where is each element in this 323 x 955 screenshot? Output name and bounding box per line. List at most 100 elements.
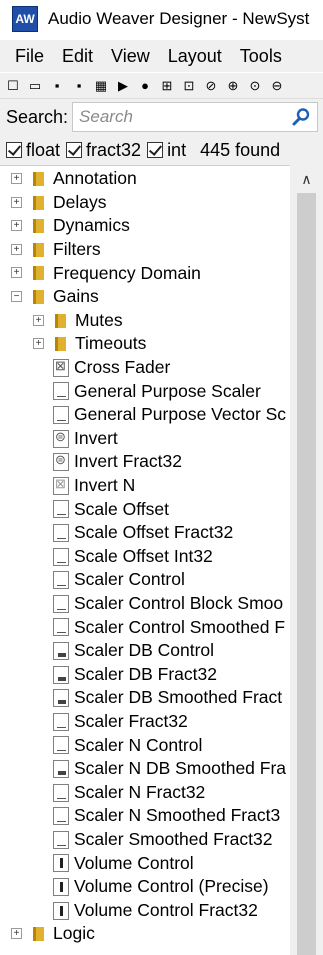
tree-module-item[interactable]: Cross Fader [0,356,290,380]
tree-folder-item[interactable]: + Filters [0,238,290,262]
tree-item-label: Scaler N Control [74,734,203,755]
expand-icon[interactable]: + [11,196,22,208]
tree-module-item[interactable]: Scaler N DB Smoothed Fra [0,757,290,781]
search-box[interactable] [72,102,319,132]
tree-module-item[interactable]: Scaler N Smoothed Fract3 [0,804,290,828]
tree-module-item[interactable]: Scale Offset Fract32 [0,521,290,545]
scaler-module-icon [53,618,69,637]
expand-icon[interactable]: + [11,173,22,184]
menu-layout[interactable]: Layout [159,46,231,67]
tree-item-label: Volume Control [74,852,194,873]
scaler-module-icon [53,406,69,424]
expand-icon[interactable]: + [11,267,22,279]
zoom-in-icon[interactable]: ⊕ [224,77,242,95]
tree-folder-item[interactable]: + Frequency Domain [0,261,290,285]
zoom-fit-icon[interactable]: ⊙ [246,77,264,95]
tree-module-item[interactable]: Scaler DB Fract32 [0,663,290,687]
tree-item-label: Invert N [74,475,136,496]
tree-folder-item[interactable]: + Delays [0,191,290,215]
tree-module-item[interactable]: Invert Fract32 [0,450,290,474]
scroll-thumb[interactable] [297,193,316,955]
tree-item-label: Scaler Control Block Smoo [74,593,284,614]
tree-module-item[interactable]: Volume Control (Precise) [0,875,290,899]
tree-module-item[interactable]: Scale Offset [0,497,290,521]
checkbox-checked-icon[interactable] [147,142,164,158]
tree-module-item[interactable]: General Purpose Vector Sc [0,403,290,427]
checkbox-checked-icon[interactable] [6,142,22,158]
tree-item-label: Delays [53,191,107,212]
menu-file[interactable]: File [0,46,53,67]
tree-folder-item[interactable]: + Logic [0,922,290,946]
float-checkbox[interactable]: float [6,140,60,161]
scaler-module-icon [53,807,69,826]
stop-icon[interactable]: ● [136,77,154,95]
layout-icon[interactable]: ⊞ [158,77,176,95]
fract32-checkbox-label: fract32 [86,139,142,160]
tree-module-item[interactable]: Scaler DB Smoothed Fract [0,686,290,710]
tree-module-item[interactable]: Scaler N Control [0,733,290,757]
scaler-module-icon [53,382,69,401]
fract32-checkbox[interactable]: fract32 [66,140,141,161]
expand-icon[interactable]: + [11,220,22,232]
scroll-up-arrow-icon[interactable]: ∧ [290,165,323,193]
tree-module-item[interactable]: Scaler Smoothed Fract32 [0,828,290,852]
tree-module-item[interactable]: Volume Control Fract32 [0,899,290,923]
tree-item-label: Logic [53,923,95,944]
new-file-icon[interactable]: ☐ [4,77,22,95]
scaler-module-icon [53,830,69,849]
tree-folder-item[interactable]: + Annotation [0,167,290,191]
save-icon[interactable]: ▪ [48,77,66,95]
folder-icon [33,927,44,942]
found-count: 445 found [200,139,281,160]
tree-module-item[interactable]: Invert N [0,474,290,498]
open-folder-icon[interactable]: ▭ [26,77,44,95]
tree-scrollbar[interactable]: ∧ [290,165,323,955]
tree-item-label: General Purpose Vector Sc [74,404,287,425]
tree-module-item[interactable]: General Purpose Scaler [0,379,290,403]
no-entry-icon[interactable]: ⊘ [202,77,220,95]
tree-item-label: Cross Fader [74,357,171,378]
tree-module-item[interactable]: Scaler N Fract32 [0,781,290,805]
expand-icon[interactable]: + [33,314,44,326]
tree-module-item[interactable]: Scaler Fract32 [0,710,290,734]
expand-icon[interactable]: + [33,338,44,350]
db-module-icon [53,689,69,708]
tree-item-label: Scaler Control [74,569,185,590]
scaler-module-icon [53,547,69,566]
expand-icon[interactable]: + [11,928,22,940]
build-icon[interactable]: ▦ [92,77,110,95]
invertn-module-icon [53,476,69,495]
search-icon[interactable] [291,107,311,127]
menu-tools[interactable]: Tools [231,46,291,67]
expand-icon[interactable]: + [11,243,22,255]
zoom-out-icon[interactable]: ⊖ [268,77,286,95]
menu-edit[interactable]: Edit [53,46,102,67]
save-as-icon[interactable]: ▪ [70,77,88,95]
debug-icon[interactable]: ⊡ [180,77,198,95]
tree-module-item[interactable]: Volume Control [0,851,290,875]
tree-module-item[interactable]: Scaler DB Control [0,639,290,663]
tree-item-label: Scaler DB Control [74,640,215,661]
tree-module-item[interactable]: Scaler Control [0,568,290,592]
tree-folder-item[interactable]: − Gains [0,285,290,309]
tree-module-item[interactable]: Scaler Control Smoothed F [0,615,290,639]
module-tree: + Annotation + Delays + Dynamics + Filters + Freq… [0,165,323,955]
tree-module-item[interactable]: Scale Offset Int32 [0,545,290,569]
int-checkbox[interactable]: int [147,140,186,161]
search-input[interactable] [79,104,290,130]
invert-module-icon [53,429,69,448]
tree-module-item[interactable]: Invert [0,427,290,451]
checkbox-checked-icon[interactable] [66,142,83,158]
run-icon[interactable]: ▶ [114,77,132,95]
tree-folder-item[interactable]: + Timeouts [0,332,290,356]
tree-folder-item[interactable]: + Mutes [0,309,290,333]
collapse-icon[interactable]: − [11,291,22,302]
tree-item-label: Annotation [53,168,137,189]
tree-folder-item[interactable]: + Dynamics [0,214,290,238]
search-bar: Search: [0,99,323,135]
float-checkbox-label: float [26,139,61,160]
tree-item-label: Volume Control (Precise) [74,876,269,897]
menu-view[interactable]: View [102,46,159,67]
db-module-icon [53,665,69,684]
tree-module-item[interactable]: Scaler Control Block Smoo [0,592,290,616]
